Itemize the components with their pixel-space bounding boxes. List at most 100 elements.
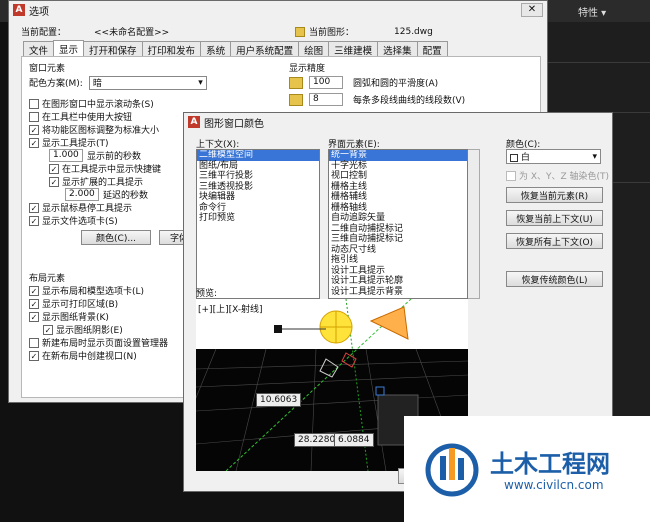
colors-title-bar: A 图形窗口颜色 (184, 113, 612, 131)
list-item[interactable]: 三维平行投影 (197, 171, 319, 182)
checkbox-label: 显示布局和模型选项卡(L) (42, 287, 145, 297)
restore-current-context-button[interactable]: 恢复当前上下文(U) (506, 210, 603, 226)
list-item[interactable]: 设计工具提示 (329, 266, 467, 277)
checkbox-box[interactable]: ✓ (29, 137, 39, 148)
current-profile: 当前配置： <<未命名配置>> (21, 25, 169, 38)
restore-all-contexts-button[interactable]: 恢复所有上下文(O) (506, 233, 603, 249)
list-item[interactable]: 二维模型空间 (197, 150, 319, 161)
current-profile-label: 当前配置： (21, 28, 67, 38)
list-item[interactable]: 命令行 (197, 203, 319, 214)
arc-smoothness-input[interactable]: 100 (309, 76, 343, 89)
list-item[interactable]: 视口控制 (329, 171, 467, 182)
list-item[interactable]: 三维自动捕捉标记 (329, 234, 467, 245)
watermark-name: 土木工程网 (490, 450, 610, 478)
color-scheme-value: 暗 (92, 79, 102, 89)
checkbox-label: 在工具栏中使用大按钮 (42, 113, 133, 123)
checkbox-box[interactable]: ✓ (29, 285, 39, 296)
checkbox-tint-axes[interactable]: 为 X、Y、Z 轴染色(T) (506, 169, 609, 182)
list-item[interactable]: 统一背景 (329, 150, 467, 161)
checkbox-label: 在工具提示中显示快捷键 (62, 165, 162, 175)
checkbox-label: 显示图纸背景(K) (42, 313, 109, 323)
color-select[interactable]: 白 ▾ (506, 149, 601, 164)
options-title: 选项 (29, 6, 49, 18)
checkbox-box[interactable] (506, 170, 516, 181)
list-item[interactable]: 设计工具提示轮廓 (329, 276, 467, 287)
list-item[interactable]: 三维透视投影 (197, 182, 319, 193)
list-item[interactable]: 十字光标 (329, 161, 467, 172)
checkbox-label: 显示文件选项卡(S) (42, 217, 118, 227)
list-item[interactable]: 图纸/布局 (197, 161, 319, 172)
list-item[interactable]: 设计工具提示背景 (329, 287, 467, 298)
colors-dialog-title: 图形窗口颜色 (204, 118, 264, 130)
autocad-logo-icon: A (188, 116, 200, 128)
checkbox-box[interactable]: ✓ (29, 298, 39, 309)
color-scheme-select[interactable]: 暗 ▾ (88, 75, 207, 90)
checkbox-label: 在图形窗口中显示滚动条(S) (42, 100, 154, 110)
dimension-label-3: 6.0884 (334, 433, 374, 447)
list-item[interactable]: 拖引线 (329, 255, 467, 266)
current-profile-value: <<未命名配置>> (94, 28, 170, 38)
close-icon[interactable]: ✕ (521, 3, 543, 17)
context-list[interactable]: 二维模型空间 图纸/布局 三维平行投影 三维透视投影 块编辑器 命令行 打印预览 (196, 149, 320, 299)
checkbox-box[interactable]: ✓ (49, 163, 59, 174)
checkbox-label: 显示可打印区域(B) (42, 300, 119, 310)
list-item[interactable]: 二维自动捕捉标记 (329, 224, 467, 235)
checkbox-box[interactable] (29, 111, 39, 122)
checkbox-box[interactable]: ✓ (29, 350, 39, 361)
watermark: 土木工程网 www.civilcn.com (404, 416, 650, 522)
arc-smoothness-row: 100 圆弧和圆的平滑度(A) (289, 74, 539, 91)
dimension-label-2: 28.2280 (294, 433, 340, 447)
polyline-segments-icon (289, 93, 303, 106)
display-precision-group: 显示精度 100 圆弧和圆的平滑度(A) 8 每条多段线曲线的线段数(V) (289, 61, 539, 109)
tab-display[interactable]: 显示 (53, 40, 85, 57)
current-drawing-value: 125.dwg (394, 26, 433, 37)
tooltip-delay-label: 显示前的秒数 (87, 152, 142, 162)
color-scheme-row: 配色方案(M): 暗 ▾ (29, 75, 284, 90)
arc-smoothness-label: 圆弧和圆的平滑度(A) (353, 79, 439, 89)
checkbox-box[interactable]: ✓ (29, 124, 39, 135)
interface-list-scrollbar[interactable] (468, 149, 480, 299)
checkbox-box[interactable] (29, 98, 39, 109)
current-drawing-label: 当前图形： (309, 28, 355, 38)
dimension-label-1: 10.6063 (256, 393, 302, 407)
colors-button[interactable]: 颜色(C)... (81, 230, 151, 245)
color-scheme-label: 配色方案(M): (29, 79, 83, 89)
checkbox-box[interactable]: ✓ (29, 202, 39, 213)
checkbox-box[interactable]: ✓ (29, 215, 39, 226)
display-precision-header: 显示精度 (289, 64, 326, 74)
list-item[interactable]: 动态尺寸线 (329, 245, 467, 256)
checkbox-label: 显示工具提示(T) (42, 139, 109, 149)
properties-dropdown[interactable]: 特性 ▾ (578, 4, 638, 20)
checkbox-box[interactable] (29, 337, 39, 348)
checkbox-scrollbars[interactable]: 在图形窗口中显示滚动条(S) (29, 97, 284, 110)
checkbox-label: 将功能区图标调整为标准大小 (42, 126, 160, 136)
restore-current-element-button[interactable]: 恢复当前元素(R) (506, 187, 603, 203)
checkbox-box[interactable]: ✓ (43, 324, 53, 335)
viewport-controls-label[interactable]: [+][上][X-射线] (198, 302, 263, 315)
options-title-bar: A 选项 ✕ (9, 1, 547, 19)
restore-classic-colors-button[interactable]: 恢复传统颜色(L) (506, 271, 603, 287)
checkbox-box[interactable]: ✓ (49, 176, 59, 187)
extended-delay-label: 延迟的秒数 (103, 191, 149, 201)
white-swatch-icon (510, 153, 518, 162)
tooltip-delay-input[interactable]: 1.000 (49, 149, 83, 162)
autocad-logo-icon: A (13, 4, 25, 16)
watermark-logo-icon (425, 443, 479, 497)
list-item[interactable]: 打印预览 (197, 213, 319, 224)
checkbox-box[interactable]: ✓ (29, 311, 39, 322)
preview-label: 预览: (196, 289, 218, 299)
list-item[interactable]: 栅格辅线 (329, 192, 467, 203)
checkbox-label: 为 X、Y、Z 轴染色(T) (519, 172, 610, 182)
color-value: 白 (520, 153, 530, 163)
checkbox-label: 新建布局时显示页面设置管理器 (42, 339, 169, 349)
list-item[interactable]: 栅格主线 (329, 182, 467, 193)
drawing-icon (295, 26, 305, 37)
list-item[interactable]: 块编辑器 (197, 192, 319, 203)
interface-element-list[interactable]: 统一背景 十字光标 视口控制 栅格主线 栅格辅线 栅格轴线 自动追踪矢量 二维自… (328, 149, 468, 299)
list-item[interactable]: 自动追踪矢量 (329, 213, 467, 224)
polyline-segments-input[interactable]: 8 (309, 93, 343, 106)
list-item[interactable]: 栅格轴线 (329, 203, 467, 214)
extended-delay-input[interactable]: 2.000 (65, 188, 99, 201)
arc-smoothness-icon (289, 76, 303, 89)
window-elements-header: 窗口元素 (29, 64, 66, 74)
